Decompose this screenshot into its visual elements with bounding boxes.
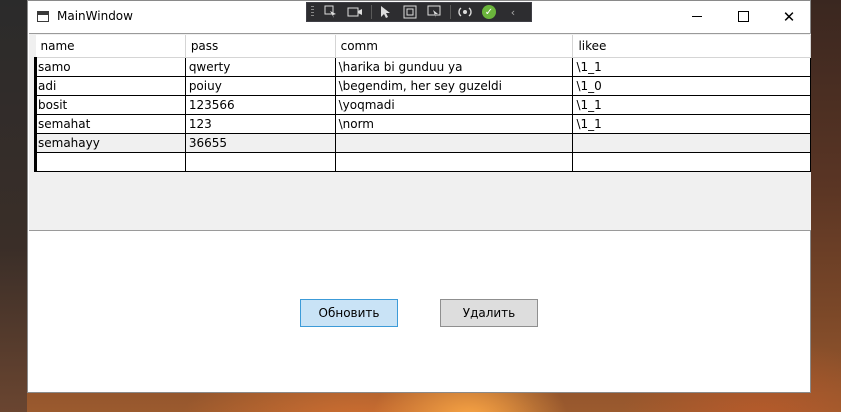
cell-comm[interactable]: \begendim, her sey guzeldi (334, 75, 574, 96)
table-row[interactable]: semahat 123 \norm \1_1 (34, 113, 811, 134)
cell-pass[interactable]: poiuy (184, 75, 336, 96)
desktop-background (0, 0, 27, 412)
cell-name[interactable]: adi (34, 75, 186, 96)
select-element-icon[interactable] (320, 4, 342, 20)
table-row[interactable]: samo qwerty \harika bi gunduu ya \1_1 (34, 56, 811, 77)
column-header-pass[interactable]: pass (185, 35, 336, 58)
datagrid-container: name pass comm likee samo qwerty \harika… (29, 33, 811, 231)
cell-comm[interactable]: \norm (334, 113, 574, 134)
collapse-chevron-icon[interactable]: ‹ (502, 4, 524, 20)
app-window-icon (37, 11, 49, 22)
cell-pass[interactable]: 123 (184, 113, 336, 134)
record-icon[interactable] (344, 4, 366, 20)
cell-name[interactable]: bosit (34, 94, 186, 115)
table-row[interactable]: adi poiuy \begendim, her sey guzeldi \1_… (34, 75, 811, 96)
new-item-row[interactable] (34, 151, 811, 172)
table-row[interactable]: bosit 123566 \yoqmadi \1_1 (34, 94, 811, 115)
debug-toolbar: ✓ ‹ (306, 2, 532, 22)
main-window: MainWindow ✕ name pass comm likee samo q… (27, 0, 811, 393)
window-title: MainWindow (57, 9, 133, 23)
minimize-icon (692, 16, 702, 17)
toolbar-separator (450, 5, 451, 19)
cell-comm[interactable]: \yoqmadi (334, 94, 574, 115)
track-focus-icon[interactable] (423, 4, 445, 20)
close-icon: ✕ (782, 7, 796, 26)
toolbar-separator (371, 5, 372, 19)
cell-name[interactable] (34, 151, 186, 172)
column-header-likee[interactable]: likee (572, 35, 811, 58)
delete-button[interactable]: Удалить (440, 299, 538, 327)
maximize-button[interactable] (720, 1, 766, 32)
cell-comm[interactable] (334, 132, 574, 153)
toolbar-grip[interactable] (311, 6, 314, 18)
maximize-icon (737, 11, 749, 22)
hot-reload-icon[interactable] (454, 4, 476, 20)
cell-pass[interactable]: 123566 (184, 94, 336, 115)
frame-icon[interactable] (399, 4, 421, 20)
cell-likee[interactable] (572, 132, 811, 153)
cell-name[interactable]: semahat (34, 113, 186, 134)
cell-name[interactable]: semahayy (34, 132, 186, 153)
cell-likee[interactable]: \1_0 (572, 75, 811, 96)
column-header-comm[interactable]: comm (335, 35, 574, 58)
cell-likee[interactable]: \1_1 (572, 94, 811, 115)
close-button[interactable]: ✕ (766, 1, 812, 32)
cell-likee[interactable]: \1_1 (572, 113, 811, 134)
datagrid[interactable]: name pass comm likee samo qwerty \harika… (34, 35, 811, 172)
header-row: name pass comm likee (35, 35, 811, 58)
column-header-name[interactable]: name (35, 35, 186, 58)
cell-pass[interactable]: qwerty (184, 56, 336, 77)
cell-name[interactable]: samo (34, 56, 186, 77)
refresh-button[interactable]: Обновить (300, 299, 398, 327)
cell-comm[interactable] (334, 151, 574, 172)
cell-likee[interactable] (572, 151, 811, 172)
pointer-icon[interactable] (375, 4, 397, 20)
cell-pass[interactable]: 36655 (184, 132, 336, 153)
ok-check-icon[interactable]: ✓ (478, 4, 500, 20)
cell-likee[interactable]: \1_1 (572, 56, 811, 77)
cell-pass[interactable] (184, 151, 336, 172)
table-row[interactable]: semahayy 36655 (34, 132, 811, 153)
cell-comm[interactable]: \harika bi gunduu ya (334, 56, 574, 77)
minimize-button[interactable] (674, 1, 720, 32)
